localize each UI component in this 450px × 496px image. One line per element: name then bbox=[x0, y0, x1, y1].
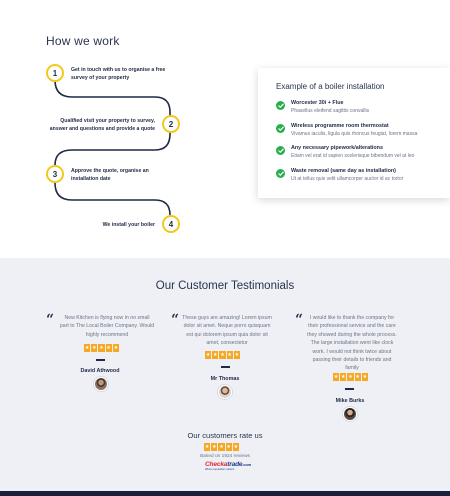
boiler-item: Wireless programme room thermostat Vivam… bbox=[276, 123, 446, 143]
testimonial-text: These guys are amazing! Lorem ipsum dolo… bbox=[182, 315, 272, 347]
rating-title: Our customers rate us bbox=[187, 431, 263, 440]
boiler-item-title: Any necessary pipework/alterations bbox=[291, 145, 383, 151]
testimonials-title: Our Customer Testimonials bbox=[155, 280, 295, 292]
boiler-example-title: Example of a boiler installation bbox=[276, 82, 385, 91]
boiler-example-card: Example of a boiler installation Worcest… bbox=[258, 68, 450, 198]
star-icon: ★ bbox=[354, 373, 361, 381]
how-we-work-section: How we work 1 Get in touch with us to or… bbox=[0, 0, 450, 258]
testimonial-author: David Athwood bbox=[80, 368, 120, 374]
step-4-circle: 4 bbox=[162, 215, 180, 233]
star-icon: ★ bbox=[361, 373, 368, 381]
testimonials-section: Our Customer Testimonials “ New Kitchen … bbox=[0, 258, 450, 491]
step-2-text: Qualified visit your property to survey,… bbox=[49, 118, 155, 132]
star-icon: ★ bbox=[91, 344, 98, 352]
check-circle-icon bbox=[276, 146, 285, 155]
boiler-item-title: Waste removal (same day as installation) bbox=[291, 168, 396, 174]
testimonial-text: I would like to thank the company for th… bbox=[307, 315, 397, 372]
star-icon: ★ bbox=[204, 443, 211, 451]
star-icon: ★ bbox=[84, 344, 91, 352]
boiler-item-description: Etiam vel erat id sapien scelerisque bib… bbox=[291, 153, 415, 159]
star-icon: ★ bbox=[232, 443, 239, 451]
avatar bbox=[218, 385, 232, 399]
boiler-item: Waste removal (same day as installation)… bbox=[276, 168, 446, 188]
star-icon: ★ bbox=[226, 351, 233, 359]
step-2-circle: 2 bbox=[162, 115, 180, 133]
step-3-circle: 3 bbox=[46, 165, 64, 183]
boiler-item-title: Worcester 30i + Flue bbox=[291, 100, 344, 106]
star-icon: ★ bbox=[211, 443, 218, 451]
divider bbox=[96, 359, 105, 361]
testimonial-author: Mike Burks bbox=[335, 398, 365, 404]
star-icon: ★ bbox=[212, 351, 219, 359]
star-icon: ★ bbox=[205, 351, 212, 359]
star-icon: ★ bbox=[219, 351, 226, 359]
check-circle-icon bbox=[276, 124, 285, 133]
testimonial-stars: ★ ★ ★ ★ ★ bbox=[333, 373, 368, 381]
rating-stars: ★ ★ ★ ★ ★ bbox=[204, 443, 239, 451]
star-icon: ★ bbox=[233, 351, 240, 359]
testimonial-stars: ★ ★ ★ ★ ★ bbox=[84, 344, 119, 352]
step-4-text: We install your boiler bbox=[102, 222, 155, 228]
star-icon: ★ bbox=[112, 344, 119, 352]
boiler-item: Worcester 30i + Flue Phasellus eleifend … bbox=[276, 100, 446, 120]
boiler-item-description: Vivamus iaculis, ligula quis rhoncus feu… bbox=[291, 131, 418, 137]
star-icon: ★ bbox=[98, 344, 105, 352]
star-icon: ★ bbox=[333, 373, 340, 381]
footer-bar bbox=[0, 491, 450, 496]
check-circle-icon bbox=[276, 169, 285, 178]
star-icon: ★ bbox=[225, 443, 232, 451]
star-icon: ★ bbox=[218, 443, 225, 451]
checkatrade-logo[interactable]: Checkatrade.com Where reputation matters bbox=[205, 461, 251, 471]
avatar bbox=[343, 407, 357, 421]
boiler-item: Any necessary pipework/alterations Etiam… bbox=[276, 145, 446, 165]
star-icon: ★ bbox=[347, 373, 354, 381]
rating-reviews: Based on 1924 reviews bbox=[200, 454, 250, 459]
testimonial-author: Mr Thomas bbox=[210, 376, 240, 382]
boiler-item-description: Ut at tellus quis velit ullamcorper auct… bbox=[291, 176, 404, 182]
boiler-item-description: Phasellus eleifend sagittis convallis bbox=[291, 108, 370, 114]
star-icon: ★ bbox=[105, 344, 112, 352]
avatar bbox=[94, 377, 108, 391]
divider bbox=[221, 366, 230, 368]
star-icon: ★ bbox=[340, 373, 347, 381]
check-circle-icon bbox=[276, 101, 285, 110]
boiler-item-title: Wireless programme room thermostat bbox=[291, 123, 389, 129]
testimonial-stars: ★ ★ ★ ★ ★ bbox=[205, 351, 240, 359]
step-1-text: Get in touch with us to organise a free … bbox=[71, 67, 166, 81]
divider bbox=[345, 388, 354, 390]
step-1-circle: 1 bbox=[46, 64, 64, 82]
testimonial-text: New Kitchen is flying now in no small pa… bbox=[59, 315, 155, 338]
step-3-text: Approve the quote, organise an installat… bbox=[71, 168, 149, 182]
